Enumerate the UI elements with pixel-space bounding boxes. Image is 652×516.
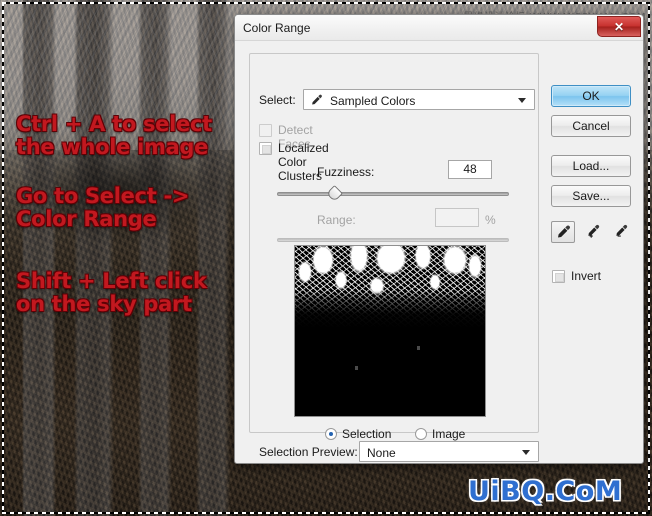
fuzziness-input[interactable]: 48 — [448, 160, 492, 179]
chevron-down-icon — [522, 450, 530, 455]
ok-button[interactable]: OK — [551, 85, 631, 107]
load-button[interactable]: Load... — [551, 155, 631, 177]
preview-speck — [355, 366, 358, 370]
cancel-button[interactable]: Cancel — [551, 115, 631, 137]
close-button[interactable]: ✕ — [597, 16, 641, 37]
eyedropper-plus-icon — [588, 224, 600, 238]
eyedropper-icon — [558, 225, 570, 238]
dialog-title: Color Range — [243, 21, 311, 35]
radio-selection[interactable] — [325, 428, 337, 440]
photoshop-canvas: Ctrl + A to select the whole image Go to… — [0, 0, 652, 516]
annotation-step-3: Shift + Left click on the sky part — [16, 269, 207, 316]
invert-checkbox[interactable] — [552, 270, 565, 283]
annotation-step-2: Go to Select -> Color Range — [16, 184, 190, 231]
save-button[interactable]: Save... — [551, 185, 631, 207]
eyedropper-tool-button[interactable] — [551, 221, 575, 243]
selection-preview-thumbnail[interactable] — [294, 245, 486, 417]
select-value: Sampled Colors — [330, 94, 416, 108]
select-row: Select: Sampled Colors — [259, 89, 535, 111]
dialog-titlebar[interactable]: Color Range ✕ — [235, 15, 643, 41]
selection-preview-value: None — [367, 446, 396, 460]
watermark-uibq: UiBQ.CoM — [468, 476, 623, 507]
eyedropper-add-tool-button[interactable] — [581, 221, 605, 243]
localized-color-clusters-checkbox[interactable] — [259, 142, 272, 155]
select-label: Select: — [259, 93, 296, 107]
selection-preview-dropdown[interactable]: None — [359, 441, 539, 462]
color-range-dialog: Color Range ✕ Select: Sampled Colors Det… — [234, 14, 644, 464]
annotation-step-1: Ctrl + A to select the whole image — [16, 112, 212, 159]
eyedropper-minus-icon — [616, 224, 628, 237]
selection-preview-label: Selection Preview: — [259, 445, 358, 459]
range-unit-label: % — [485, 213, 496, 227]
radio-selection-label: Selection — [342, 427, 392, 441]
close-icon: ✕ — [613, 20, 625, 34]
fuzziness-slider[interactable] — [277, 185, 509, 202]
range-label: Range: — [317, 213, 356, 227]
eyedropper-subtract-tool-button[interactable] — [609, 221, 633, 243]
eyedropper-tool-group — [551, 221, 635, 245]
detect-faces-checkbox[interactable] — [259, 124, 272, 137]
fuzziness-slider-track — [277, 192, 509, 196]
select-dropdown[interactable]: Sampled Colors — [303, 89, 535, 110]
fuzziness-label: Fuzziness: — [317, 165, 375, 179]
preview-speck — [417, 346, 420, 350]
chevron-down-icon — [518, 98, 526, 103]
eyedropper-icon — [312, 94, 322, 105]
fuzziness-slider-thumb[interactable] — [326, 185, 343, 202]
radio-image-label: Image — [432, 427, 466, 441]
range-slider-track — [277, 238, 509, 242]
radio-image[interactable] — [415, 428, 427, 440]
dialog-body: Select: Sampled Colors Detect Faces Loca… — [235, 41, 643, 464]
range-input — [435, 208, 479, 227]
invert-label: Invert — [571, 269, 602, 283]
